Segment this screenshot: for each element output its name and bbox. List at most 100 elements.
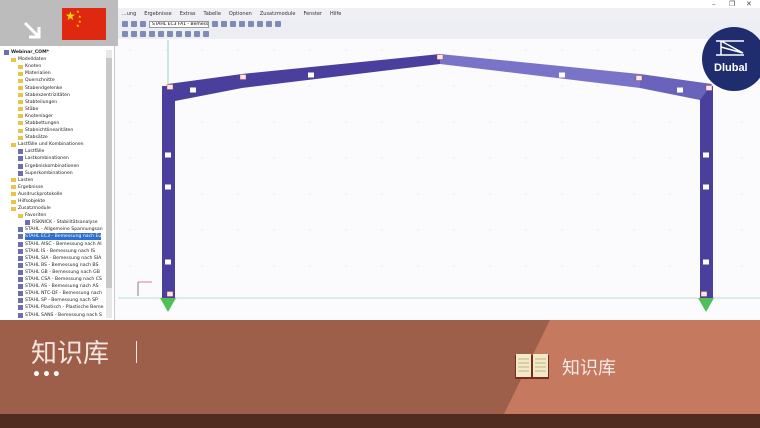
toolbar-icon[interactable]: [275, 21, 281, 27]
tree-item-label: STAHL Plastisch - Plastische Beme: [25, 305, 104, 311]
menu-item[interactable]: Ergebnisse: [144, 11, 171, 17]
tree-item[interactable]: STAHL CSA - Bemessung nach CS: [4, 276, 114, 283]
tree-item[interactable]: Stabbettungen: [4, 120, 114, 127]
toolbar-icon[interactable]: [122, 21, 128, 27]
tree-item[interactable]: Superkombinationen: [4, 170, 114, 177]
folder-icon: [11, 142, 16, 147]
tree-item-label: STAHL - Allgemeine Spannungsan: [25, 227, 103, 233]
tree-item[interactable]: Ergebniskombinationen: [4, 163, 114, 170]
toolbar-icon[interactable]: [203, 31, 209, 37]
model-viewport[interactable]: [118, 40, 760, 320]
tree-item[interactable]: Querschnitte: [4, 77, 114, 84]
toolbar-icon[interactable]: [266, 21, 272, 27]
menu-item[interactable]: Zusatzmodule: [260, 11, 296, 17]
module-case-select[interactable]: STAHL EC3 FA1 - Bemessun: [149, 20, 209, 28]
tree-item[interactable]: Zusatzmodule: [4, 205, 114, 212]
grid-point: [669, 49, 671, 51]
toolbar-icon[interactable]: [194, 31, 200, 37]
tree-item[interactable]: Materialien: [4, 70, 114, 77]
tree-item[interactable]: Lastfälle und Kombinationen: [4, 141, 114, 148]
tree-item-label: Lasten: [18, 177, 34, 183]
tree-item[interactable]: STAHL AISC - Bemessung nach AI: [4, 241, 114, 248]
module-icon: [18, 262, 23, 268]
toolbar-icon[interactable]: [185, 31, 191, 37]
tree-item[interactable]: Lastkombinationen: [4, 155, 114, 162]
tree-item-label: STAHL SP - Bemessung nach SP: [25, 298, 98, 304]
tree-item[interactable]: STAHL BS - Bemessung nach BS: [4, 262, 114, 269]
tree-item-label: Webinar_COM*: [11, 50, 50, 56]
grid-point: [561, 49, 563, 51]
minimize-button[interactable]: –: [712, 0, 716, 8]
toolbar-icon[interactable]: [167, 31, 173, 37]
folder-icon: [11, 57, 16, 62]
tree-item[interactable]: STAHL SIA - Bemessung nach SIA: [4, 255, 114, 262]
tree-item[interactable]: Favoriten: [4, 212, 114, 219]
member-number-tag: [559, 72, 565, 78]
tree-item[interactable]: Stabexzentrizitäten: [4, 92, 114, 99]
tree-item[interactable]: STAHL IS - Bemessung nach IS: [4, 248, 114, 255]
grid-point: [633, 157, 635, 159]
tree-item[interactable]: RSKNICK - Stabilitätsanalyse: [4, 219, 114, 226]
toolbar-icon[interactable]: [212, 21, 218, 27]
tree-item[interactable]: Ausdruckprotokolle: [4, 191, 114, 198]
tree-item[interactable]: STAHL AS - Bemessung nach AS: [4, 283, 114, 290]
toolbar-icon[interactable]: [131, 31, 137, 37]
grid-point: [309, 49, 311, 51]
menu-item[interactable]: Extras: [180, 11, 196, 17]
tree-item[interactable]: STAHL SANS - Bemessung nach S: [4, 311, 114, 318]
tree-item[interactable]: Stabnichtlinearitäten: [4, 127, 114, 134]
menu-item[interactable]: Tabelle: [204, 11, 221, 17]
module-icon: [18, 277, 23, 283]
tree-item[interactable]: Ergebnisse: [4, 184, 114, 191]
tree-item[interactable]: Knotenlager: [4, 113, 114, 120]
grid-point: [381, 229, 383, 231]
tree-item[interactable]: Stabendgelenke: [4, 84, 114, 91]
node-number-tag: [635, 75, 643, 81]
tree-item[interactable]: Stabteilungen: [4, 99, 114, 106]
tree-item[interactable]: Lastfälle: [4, 148, 114, 155]
menu-item[interactable]: Fenster: [303, 11, 322, 17]
toolbar-icon[interactable]: [158, 31, 164, 37]
grid-point: [669, 121, 671, 123]
toolbar-icon[interactable]: [131, 21, 137, 27]
tree-item[interactable]: Modelldaten: [4, 56, 114, 63]
tree-item-label: STAHL AISC - Bemessung nach AI: [25, 241, 102, 247]
tree-item[interactable]: Knoten: [4, 63, 114, 70]
grid-point: [453, 121, 455, 123]
tree-item[interactable]: STAHL SP - Bemessung nach SP: [4, 297, 114, 304]
close-button[interactable]: ✕: [746, 0, 752, 8]
toolbar-icon[interactable]: [230, 21, 236, 27]
grid-point: [525, 157, 527, 159]
grid-point: [489, 265, 491, 267]
tree-item[interactable]: STAHL GB - Bemessung nach GB: [4, 269, 114, 276]
grid-point: [273, 157, 275, 159]
scrollbar-thumb[interactable]: [106, 58, 112, 288]
tree-item[interactable]: STAHL Plastisch - Plastische Beme: [4, 304, 114, 311]
menu-item[interactable]: Optionen: [229, 11, 252, 17]
rafter-right: [440, 54, 640, 88]
toolbar-icon[interactable]: [248, 21, 254, 27]
grid-point: [381, 265, 383, 267]
restore-button[interactable]: ❐: [729, 0, 735, 8]
tree-item[interactable]: Lasten: [4, 177, 114, 184]
tree-item-label: Stabnichtlinearitäten: [25, 128, 74, 134]
tree-item[interactable]: Stäbe: [4, 106, 114, 113]
tree-item[interactable]: STAHL EC3 - Bemessung nach Eu: [4, 233, 114, 241]
toolbar-icon[interactable]: [149, 31, 155, 37]
toolbar-icon[interactable]: [176, 31, 182, 37]
tree-item[interactable]: STAHL NTC-DF - Bemessung nach: [4, 290, 114, 297]
menu-item[interactable]: ...ung: [122, 11, 136, 17]
toolbar-icon[interactable]: [122, 31, 128, 37]
tree-item[interactable]: Stabsätze: [4, 134, 114, 141]
menu-item[interactable]: Hilfe: [330, 11, 341, 17]
toolbar-icon[interactable]: [140, 21, 146, 27]
toolbar-icon[interactable]: [140, 31, 146, 37]
toolbar-icon[interactable]: [221, 21, 227, 27]
toolbar-icon[interactable]: [257, 21, 263, 27]
tree-item[interactable]: Webinar_COM*: [4, 49, 114, 56]
tree-item[interactable]: Hilfsobjekte: [4, 198, 114, 205]
tree-item[interactable]: STAHL - Allgemeine Spannungsan: [4, 226, 114, 233]
toolbar-icon[interactable]: [239, 21, 245, 27]
node-number-tag: [700, 291, 708, 297]
tree-item-label: STAHL AS - Bemessung nach AS: [25, 284, 99, 290]
